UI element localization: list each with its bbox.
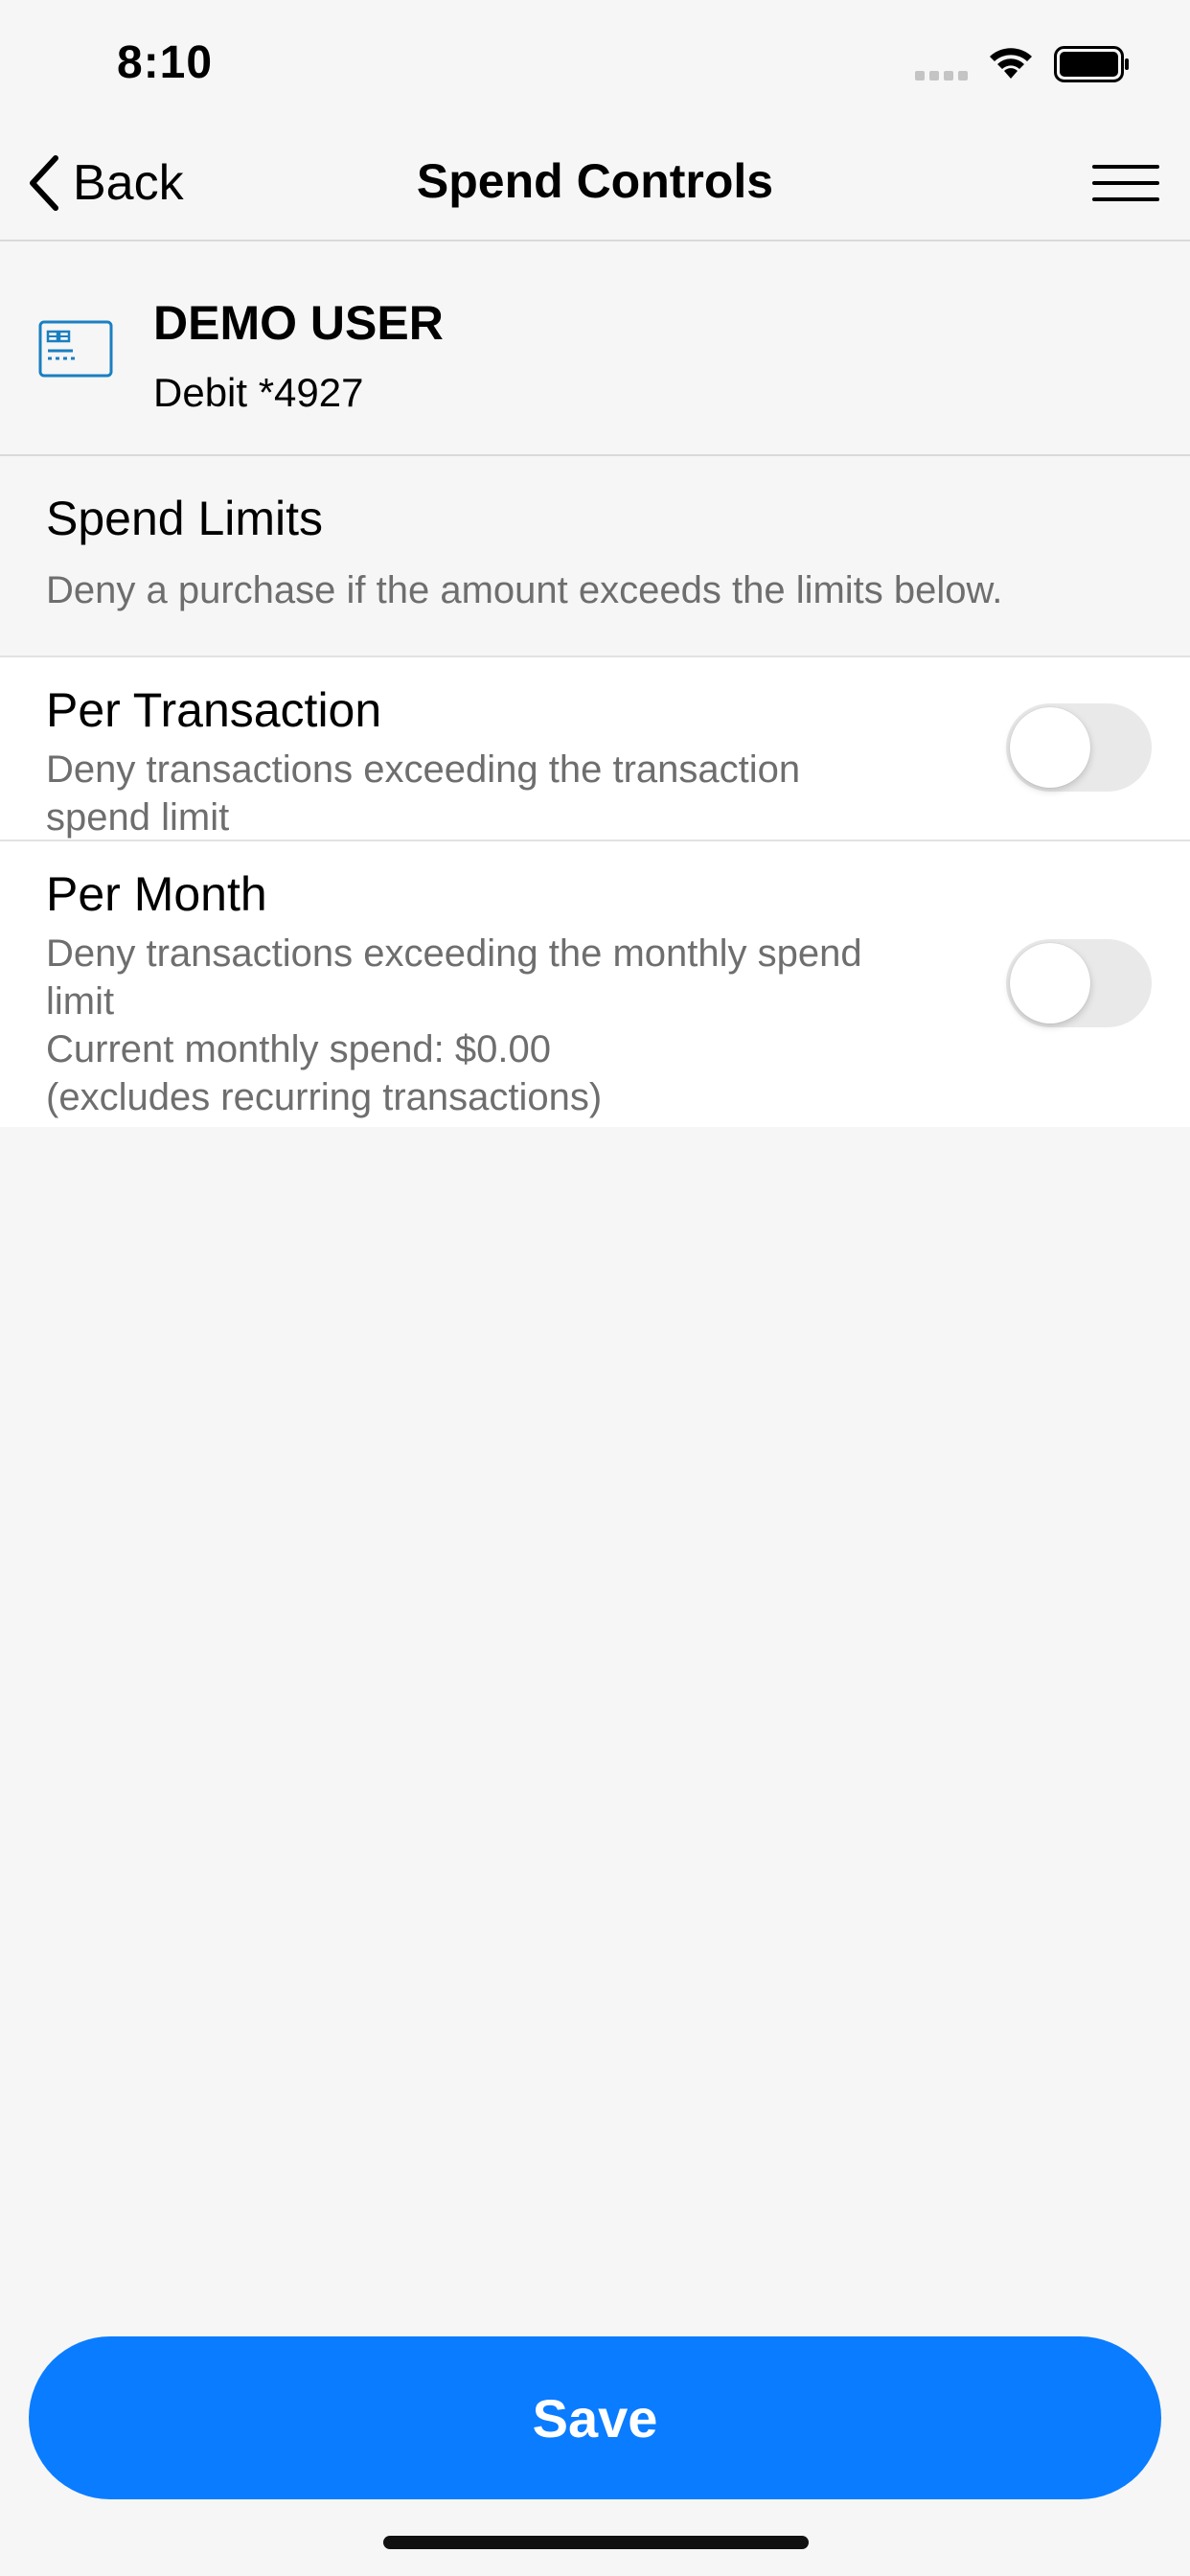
account-name: DEMO USER: [153, 296, 444, 350]
limit-description: Deny transactions exceeding the transact…: [46, 746, 908, 841]
limit-row-per-month: Per Month Deny transactions exceeding th…: [0, 841, 1190, 1127]
home-indicator: [383, 2536, 809, 2549]
wifi-icon: [990, 48, 1032, 79]
account-summary: DEMO USER Debit *4927: [0, 242, 1190, 456]
limit-description: Deny transactions exceeding the monthly …: [46, 930, 908, 1121]
per-transaction-toggle[interactable]: [1006, 703, 1152, 792]
cellular-signal-icon: [915, 71, 968, 80]
limit-description-text: Deny transactions exceeding the monthly …: [46, 932, 862, 1023]
toggle-knob: [1010, 943, 1090, 1024]
battery-icon: [1054, 46, 1129, 82]
status-bar: 8:10: [0, 0, 1190, 125]
limit-title: Per Month: [46, 867, 267, 921]
limit-row-per-transaction: Per Transaction Deny transactions exceed…: [0, 657, 1190, 841]
recurring-note: (excludes recurring transactions): [46, 1076, 603, 1118]
section-description: Deny a purchase if the amount exceeds th…: [46, 569, 1003, 611]
toggle-knob: [1010, 707, 1090, 788]
navigation-bar: Back Spend Controls: [0, 125, 1190, 242]
limit-title: Per Transaction: [46, 683, 382, 737]
page-title: Spend Controls: [416, 154, 774, 208]
spend-limits-header: Spend Limits Deny a purchase if the amou…: [0, 456, 1190, 657]
credit-card-icon: [38, 320, 113, 378]
save-button[interactable]: Save: [29, 2336, 1161, 2499]
status-time: 8:10: [117, 37, 214, 88]
current-monthly-spend: Current monthly spend: $0.00: [46, 1028, 551, 1070]
limit-description-text: Deny transactions exceeding the transact…: [46, 748, 801, 839]
section-title: Spend Limits: [46, 492, 324, 545]
hamburger-menu-icon[interactable]: [1092, 163, 1159, 203]
per-month-toggle[interactable]: [1006, 939, 1152, 1027]
card-number: Debit *4927: [153, 370, 364, 415]
